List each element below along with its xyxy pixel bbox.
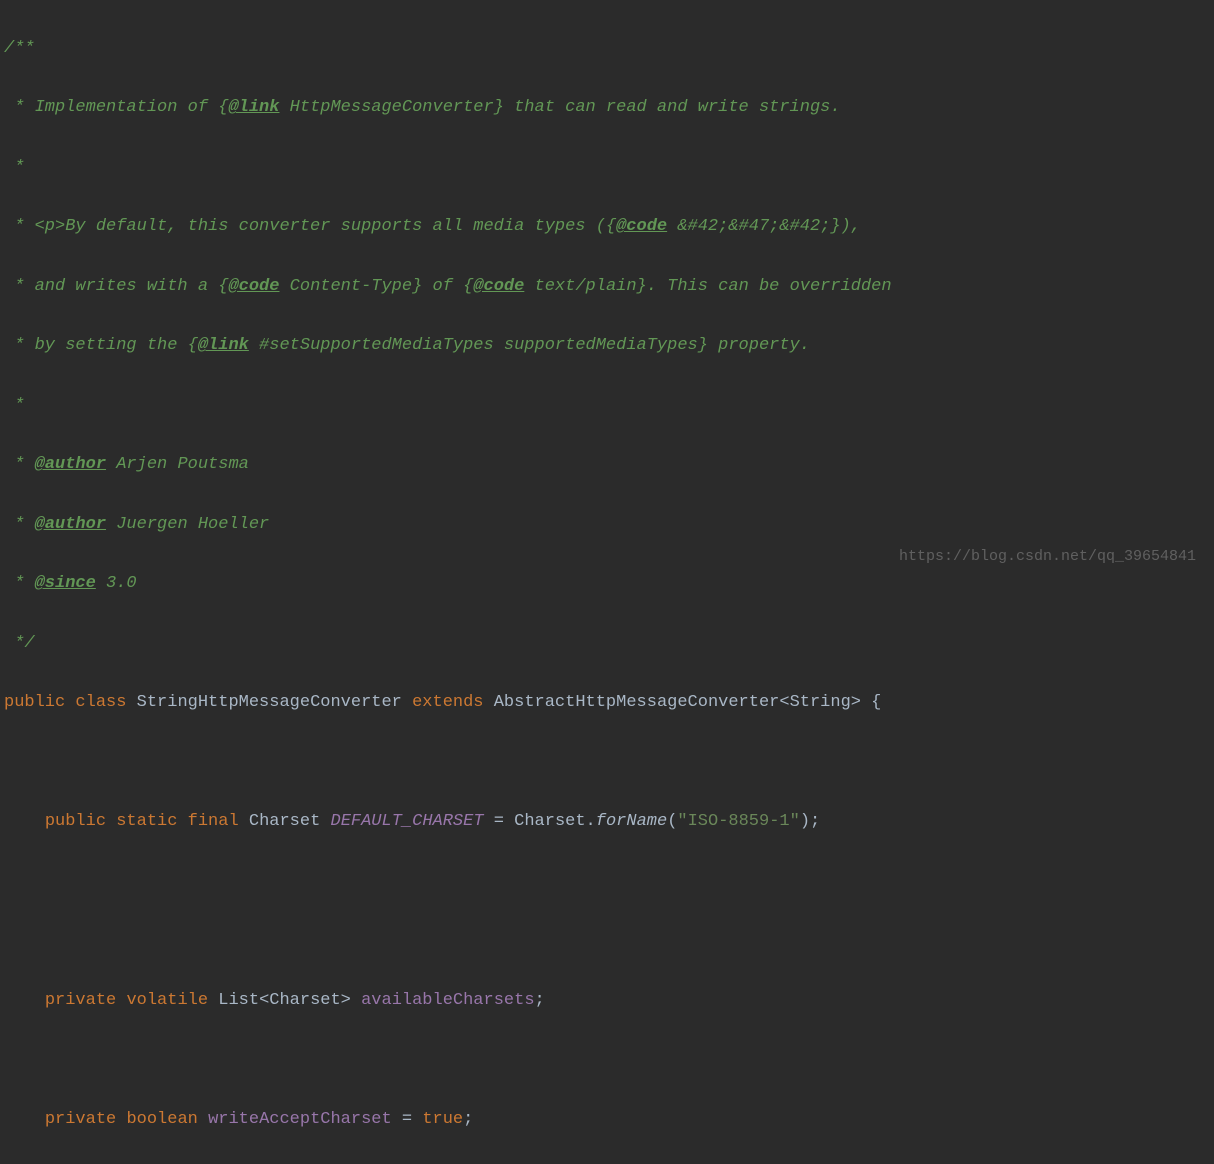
- javadoc-line: * @since 3.0: [4, 569, 1214, 599]
- javadoc-line: * @author Juergen Hoeller: [4, 510, 1214, 540]
- keyword-final: final: [188, 812, 239, 831]
- field-available-charsets: availableCharsets: [361, 991, 534, 1010]
- field-default-charset: DEFAULT_CHARSET: [331, 812, 484, 831]
- javadoc-link-tag: @link: [228, 98, 279, 117]
- method-forname: forName: [596, 812, 667, 831]
- keyword-extends: extends: [412, 693, 483, 712]
- javadoc-start: /**: [4, 39, 35, 58]
- class-name: StringHttpMessageConverter: [137, 693, 402, 712]
- keyword-boolean: boolean: [126, 1110, 197, 1129]
- javadoc-line: *: [4, 391, 1214, 421]
- parent-class: AbstractHttpMessageConverter<String> {: [494, 693, 882, 712]
- javadoc-line: *: [4, 153, 1214, 183]
- javadoc-end: */: [4, 634, 35, 653]
- watermark-text: https://blog.csdn.net/qq_39654841: [899, 544, 1196, 570]
- field-write-accept-charset: writeAcceptCharset: [208, 1110, 392, 1129]
- javadoc-author-tag: @author: [35, 455, 106, 474]
- keyword-private: private: [45, 1110, 116, 1129]
- javadoc-author-tag: @author: [35, 515, 106, 534]
- keyword-class: class: [75, 693, 126, 712]
- javadoc-line: * and writes with a {@code Content-Type}…: [4, 272, 1214, 302]
- javadoc-line: * <p>By default, this converter supports…: [4, 212, 1214, 242]
- string-literal: "ISO-8859-1": [677, 812, 799, 831]
- keyword-volatile: volatile: [126, 991, 208, 1010]
- javadoc-link-tag: @link: [198, 336, 249, 355]
- javadoc-code-tag: @code: [616, 217, 667, 236]
- keyword-public: public: [4, 693, 65, 712]
- field-declaration: public static final Charset DEFAULT_CHAR…: [4, 807, 1214, 837]
- keyword-static: static: [116, 812, 177, 831]
- type-list: List<Charset>: [218, 991, 351, 1010]
- type-charset: Charset: [249, 812, 320, 831]
- keyword-private: private: [45, 991, 116, 1010]
- blank-line: [4, 748, 1214, 778]
- javadoc-line: */: [4, 629, 1214, 659]
- blank-line: [4, 926, 1214, 956]
- keyword-true: true: [422, 1110, 463, 1129]
- field-declaration: private volatile List<Charset> available…: [4, 986, 1214, 1016]
- field-declaration: private boolean writeAcceptCharset = tru…: [4, 1105, 1214, 1135]
- code-editor[interactable]: /** * Implementation of {@link HttpMessa…: [0, 0, 1214, 1164]
- blank-line: [4, 1045, 1214, 1075]
- javadoc-line: * @author Arjen Poutsma: [4, 450, 1214, 480]
- javadoc-code-tag: @code: [473, 277, 524, 296]
- class-declaration: public class StringHttpMessageConverter …: [4, 688, 1214, 718]
- javadoc-line: * by setting the {@link #setSupportedMed…: [4, 331, 1214, 361]
- javadoc-since-tag: @since: [35, 574, 96, 593]
- javadoc-code-tag: @code: [228, 277, 279, 296]
- keyword-public: public: [45, 812, 106, 831]
- javadoc-line: * Implementation of {@link HttpMessageCo…: [4, 93, 1214, 123]
- blank-line: [4, 867, 1214, 897]
- javadoc-line: /**: [4, 34, 1214, 64]
